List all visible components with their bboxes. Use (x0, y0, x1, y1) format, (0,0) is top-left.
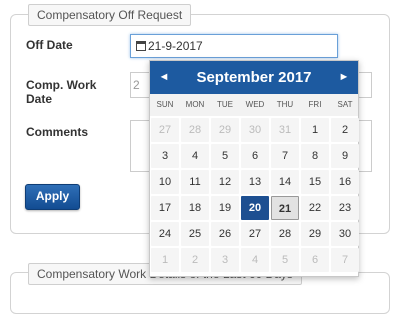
day-cell[interactable]: 28 (271, 222, 299, 246)
day-cell[interactable]: 14 (271, 170, 299, 194)
datepicker-popup: ◄ September 2017 ► SUN MON TUE WED THU FRI SAT… (149, 60, 359, 277)
day-cell[interactable]: 1 (301, 118, 329, 142)
day-cell[interactable]: 22 (301, 196, 329, 220)
day-cell[interactable]: 5 (211, 144, 239, 168)
day-cell[interactable]: 27 (151, 118, 179, 142)
day-cell[interactable]: 17 (151, 196, 179, 220)
day-cell[interactable]: 4 (181, 144, 209, 168)
day-cell[interactable]: 10 (151, 170, 179, 194)
weekday-fri: FRI (308, 100, 322, 109)
request-legend: Compensatory Off Request (28, 4, 192, 26)
comments-label: Comments (26, 125, 89, 139)
day-cell[interactable]: 16 (331, 170, 359, 194)
day-cell[interactable]: 29 (301, 222, 329, 246)
off-date-value: 21-9-2017 (148, 39, 203, 53)
day-cell[interactable]: 18 (181, 196, 209, 220)
weekday-wed: WED (245, 100, 265, 109)
datepicker-header: ◄ September 2017 ► (150, 61, 358, 94)
day-cell[interactable]: 2 (331, 118, 359, 142)
day-cell[interactable]: 19 (211, 196, 239, 220)
day-cell[interactable]: 6 (241, 144, 269, 168)
weekday-thu: THU (276, 100, 294, 109)
day-cell[interactable]: 5 (271, 248, 299, 272)
day-cell[interactable]: 1 (151, 248, 179, 272)
day-cell[interactable]: 28 (181, 118, 209, 142)
day-cell[interactable]: 23 (331, 196, 359, 220)
day-cell[interactable]: 26 (211, 222, 239, 246)
weekday-mon: MON (185, 100, 205, 109)
day-cell[interactable]: 6 (301, 248, 329, 272)
day-cell[interactable]: 12 (211, 170, 239, 194)
weekday-sun: SUN (156, 100, 174, 109)
day-cell[interactable]: 3 (211, 248, 239, 272)
day-cell[interactable]: 29 (211, 118, 239, 142)
comp-work-date-label: Comp. Work Date (26, 78, 97, 106)
weekday-header: SUN MON TUE WED THU FRI SAT (150, 94, 358, 116)
day-cell[interactable]: 30 (331, 222, 359, 246)
day-cell[interactable]: 4 (241, 248, 269, 272)
day-cell[interactable]: 31 (271, 118, 299, 142)
day-cell[interactable]: 3 (151, 144, 179, 168)
comp-work-date-value: 2 (133, 78, 140, 92)
apply-button[interactable]: Apply (25, 184, 80, 210)
day-cell[interactable]: 11 (181, 170, 209, 194)
day-cell-today[interactable]: 21 (271, 196, 299, 220)
day-cell[interactable]: 27 (241, 222, 269, 246)
next-month-icon[interactable]: ► (332, 61, 356, 94)
off-date-input[interactable]: 21-9-2017 (130, 34, 338, 58)
day-cell-selected[interactable]: 20 (241, 196, 269, 220)
day-cell[interactable]: 15 (301, 170, 329, 194)
weekday-tue: TUE (217, 100, 233, 109)
day-cell[interactable]: 30 (241, 118, 269, 142)
day-cell[interactable]: 24 (151, 222, 179, 246)
day-cell[interactable]: 7 (271, 144, 299, 168)
datepicker-title: September 2017 (196, 69, 312, 86)
day-cell[interactable]: 2 (181, 248, 209, 272)
weekday-sat: SAT (337, 100, 353, 109)
off-date-label: Off Date (26, 38, 73, 52)
day-cell[interactable]: 8 (301, 144, 329, 168)
day-cell[interactable]: 25 (181, 222, 209, 246)
day-cell[interactable]: 7 (331, 248, 359, 272)
day-cell[interactable]: 13 (241, 170, 269, 194)
day-cell[interactable]: 9 (331, 144, 359, 168)
calendar-icon (136, 41, 146, 51)
